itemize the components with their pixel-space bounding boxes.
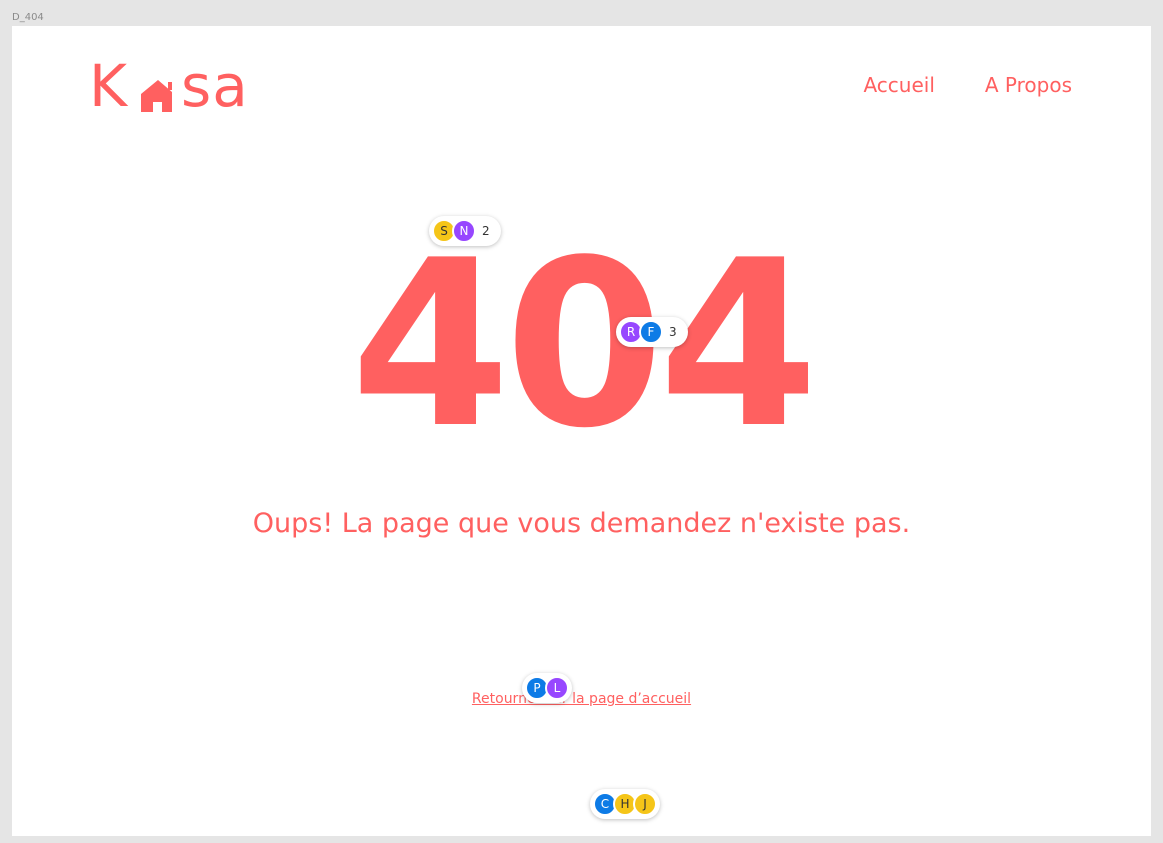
logo-letters-sa: sa	[181, 52, 249, 120]
collaborator-count: 2	[482, 224, 490, 238]
nav-about-link[interactable]: A Propos	[985, 73, 1072, 97]
main-nav: Accueil A Propos	[863, 73, 1072, 97]
house-icon	[141, 80, 172, 112]
home-link-wrapper: Retourner sur la page d’accueil	[12, 690, 1151, 708]
logo-letter-k: K	[89, 52, 129, 120]
collaborator-group[interactable]: C H J	[590, 789, 660, 819]
collaborator-group[interactable]: P L	[522, 673, 572, 703]
collaborator-group[interactable]: S N 2	[429, 216, 501, 246]
avatar: J	[633, 792, 657, 816]
nav-home-link[interactable]: Accueil	[863, 73, 934, 97]
collaborator-count: 3	[669, 325, 677, 339]
artboard: K sa Accueil A Propos 404 Oups! La page …	[12, 26, 1151, 836]
back-home-link[interactable]: Retourner sur la page d’accueil	[472, 691, 691, 707]
avatar: N	[452, 219, 476, 243]
error-code: 404	[350, 212, 818, 479]
kasa-logo[interactable]: K sa	[89, 56, 264, 116]
avatar: L	[545, 676, 569, 700]
collaborator-group[interactable]: R F 3	[616, 317, 688, 347]
error-message: Oups! La page que vous demandez n'existe…	[252, 508, 911, 539]
frame-label: D_404	[12, 12, 44, 23]
avatar: F	[639, 320, 663, 344]
